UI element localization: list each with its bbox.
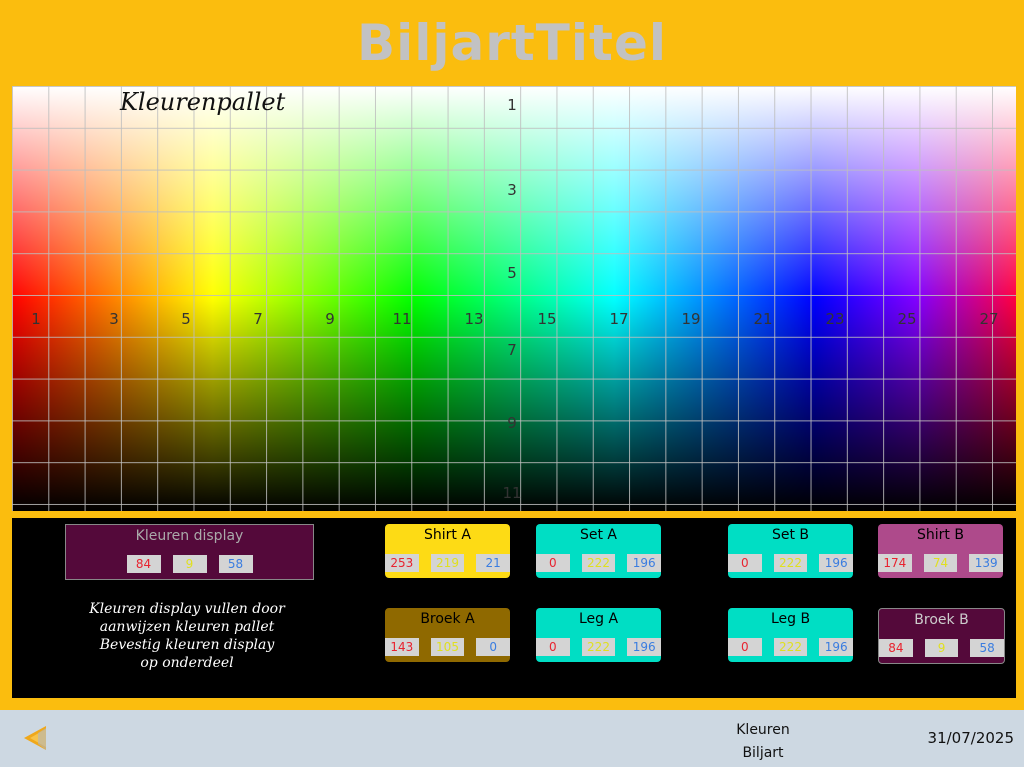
back-arrow-icon xyxy=(24,726,46,750)
footer-page-name: Kleuren xyxy=(736,722,790,738)
broek-a-red: 143 xyxy=(385,638,419,656)
leg-a-label: Leg A xyxy=(578,611,619,627)
palette-col-number: 9 xyxy=(325,310,335,328)
color-display: Kleuren display 84 9 58 xyxy=(65,524,314,580)
broek-b-red: 84 xyxy=(879,639,913,657)
set-a-blue: 196 xyxy=(627,554,662,572)
broek-a-label: Broek A xyxy=(420,611,475,627)
leg-a-blue: 196 xyxy=(627,638,662,656)
palette-row-number: 11 xyxy=(502,484,522,502)
instructions-line: op onderdeel xyxy=(140,655,234,671)
set-a-button[interactable]: Set A 0 222 196 xyxy=(536,524,662,578)
footer-app-name: Biljart xyxy=(742,745,784,761)
broek-a-blue: 0 xyxy=(476,638,511,656)
palette-title: Kleurenpallet xyxy=(120,88,286,116)
leg-b-label: Leg B xyxy=(770,611,811,627)
palette-col-number: 21 xyxy=(753,310,773,328)
footer-date: 31/07/2025 xyxy=(927,729,1014,747)
instructions-line: Kleuren display vullen door xyxy=(89,601,285,617)
palette-row-number: 5 xyxy=(507,264,517,282)
shirt-a-button[interactable]: Shirt A 253 219 21 xyxy=(385,524,511,578)
broek-a-button[interactable]: Broek A 143 105 0 xyxy=(385,608,511,662)
instructions-line: Bevestig kleuren display xyxy=(99,637,275,653)
leg-a-red: 0 xyxy=(536,638,570,656)
shirt-a-label: Shirt A xyxy=(424,527,471,543)
set-b-green: 222 xyxy=(773,554,808,572)
set-b-label: Set B xyxy=(771,527,810,543)
shirt-b-button[interactable]: Shirt B 174 74 139 xyxy=(878,524,1004,578)
palette-col-number: 27 xyxy=(979,310,999,328)
palette-col-number: 11 xyxy=(392,310,412,328)
color-palette[interactable]: Kleurenpallet 1 3 5 7 9 11 1 3 5 7 9 11 … xyxy=(12,86,1016,511)
palette-row-number: 9 xyxy=(507,414,517,432)
palette-col-number: 17 xyxy=(609,310,629,328)
set-a-label: Set A xyxy=(579,527,618,543)
shirt-b-label: Shirt B xyxy=(917,527,964,543)
palette-row-number: 1 xyxy=(507,96,517,114)
set-b-red: 0 xyxy=(728,554,762,572)
palette-col-number: 5 xyxy=(181,310,191,328)
back-button[interactable] xyxy=(20,722,52,754)
palette-col-number: 19 xyxy=(681,310,701,328)
footer-bar: Kleuren Biljart 31/07/2025 xyxy=(0,710,1024,767)
color-display-blue: 58 xyxy=(218,555,253,573)
shirt-a-blue: 21 xyxy=(476,554,511,572)
leg-b-green: 222 xyxy=(773,638,808,656)
broek-b-blue: 58 xyxy=(970,639,1005,657)
leg-a-button[interactable]: Leg A 0 222 196 xyxy=(536,608,662,662)
shirt-b-blue: 139 xyxy=(969,554,1004,572)
instructions-line: aanwijzen kleuren pallet xyxy=(99,619,275,635)
palette-col-number: 13 xyxy=(464,310,484,328)
palette-row-number: 3 xyxy=(507,181,517,199)
footer-context: Kleuren Biljart xyxy=(713,719,813,765)
broek-b-green: 9 xyxy=(924,639,959,657)
broek-b-button[interactable]: Broek B 84 9 58 xyxy=(878,608,1005,664)
shirt-a-green: 219 xyxy=(430,554,465,572)
palette-col-number: 3 xyxy=(109,310,119,328)
palette-col-number: 7 xyxy=(253,310,263,328)
broek-b-label: Broek B xyxy=(914,612,969,628)
set-a-red: 0 xyxy=(536,554,570,572)
shirt-b-red: 174 xyxy=(878,554,912,572)
app-title: BiljartTitel xyxy=(356,14,668,72)
shirt-a-red: 253 xyxy=(385,554,419,572)
set-b-blue: 196 xyxy=(819,554,854,572)
color-display-red: 84 xyxy=(126,555,161,573)
palette-col-number: 15 xyxy=(537,310,557,328)
palette-grid xyxy=(12,86,1016,511)
palette-col-number: 23 xyxy=(825,310,845,328)
palette-col-number: 1 xyxy=(31,310,41,328)
palette-col-number: 25 xyxy=(897,310,917,328)
color-display-label: Kleuren display xyxy=(135,528,244,544)
leg-b-red: 0 xyxy=(728,638,762,656)
shirt-b-green: 74 xyxy=(923,554,958,572)
leg-b-blue: 196 xyxy=(819,638,854,656)
palette-row-number: 7 xyxy=(507,341,517,359)
leg-b-button[interactable]: Leg B 0 222 196 xyxy=(728,608,854,662)
color-settings-panel: Kleuren display 84 9 58 Kleuren display … xyxy=(12,518,1016,698)
broek-a-green: 105 xyxy=(430,638,465,656)
set-a-green: 222 xyxy=(581,554,616,572)
set-b-button[interactable]: Set B 0 222 196 xyxy=(728,524,854,578)
color-display-green: 9 xyxy=(172,555,207,573)
instructions-text: Kleuren display vullen door aanwijzen kl… xyxy=(52,600,322,672)
leg-a-green: 222 xyxy=(581,638,616,656)
